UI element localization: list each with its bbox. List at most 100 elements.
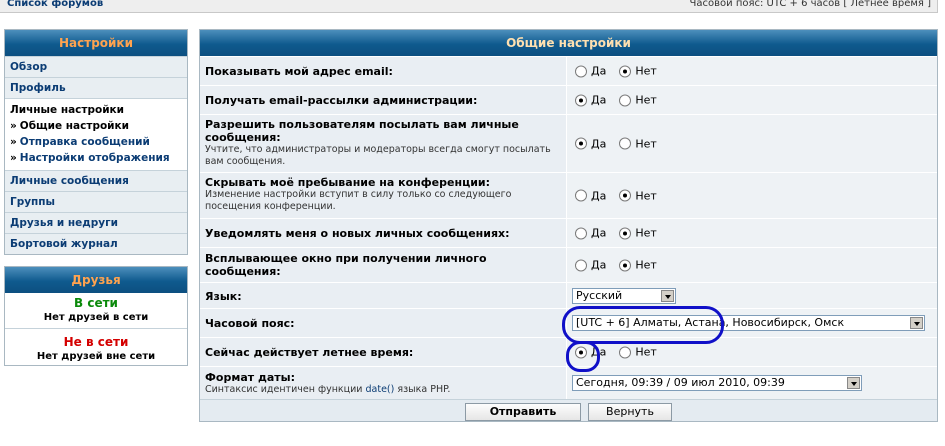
yes-label: Да <box>591 64 607 78</box>
friends-box: Друзья В сети Нет друзей в сети Не в сет… <box>4 266 188 366</box>
setting-label: Скрывать моё пребывание на конференции: <box>205 176 491 189</box>
chevron-down-icon[interactable] <box>910 317 923 329</box>
yes-label: Да <box>591 93 607 107</box>
no-label: Нет <box>635 258 657 272</box>
bullet-icon: » <box>10 120 17 132</box>
setting-label: Показывать мой адрес email: <box>205 65 393 78</box>
top-bar: Список форумов Часовой пояс: UTC + 6 час… <box>0 0 938 13</box>
yes-label: Да <box>591 137 607 150</box>
setting-label: Всплывающее окно при получении личного с… <box>205 252 487 278</box>
no-radio[interactable] <box>619 227 632 239</box>
sidebar-subitem-label: Отправка сообщений <box>19 136 150 148</box>
setting-row-popup-pm: Всплывающее окно при получении личного с… <box>200 247 937 282</box>
offline-empty-text: Нет друзей вне сети <box>36 351 156 362</box>
yes-no-group: Да Нет <box>575 227 670 240</box>
yes-radio[interactable] <box>575 259 587 271</box>
language-select[interactable]: Русский <box>572 287 676 304</box>
bullet-icon: » <box>10 152 17 164</box>
yes-radio[interactable] <box>575 189 587 202</box>
reset-button[interactable]: Вернуть <box>588 403 672 421</box>
setting-label: Разрешить пользователям посылать вам лич… <box>205 118 519 144</box>
sidebar-item-journal[interactable]: Бортовой журнал <box>5 233 187 254</box>
sidebar-subitem-label: Настройки отображения <box>19 152 170 164</box>
friends-online-section: В сети Нет друзей в сети Не в сети Нет д… <box>5 293 187 365</box>
yes-radio[interactable] <box>575 346 587 358</box>
setting-row-dst: Сейчас действует летнее время: Да Нет <box>200 337 937 366</box>
online-title: В сети <box>74 296 118 310</box>
general-settings-panel: Общие настройки Показывать мой адрес ema… <box>199 29 938 422</box>
yes-no-group: Да Нет <box>575 346 670 359</box>
setting-label: Язык: <box>205 290 242 303</box>
no-radio[interactable] <box>619 65 632 77</box>
setting-description: Учтите, что администраторы и модераторы … <box>205 144 551 167</box>
friends-header: Друзья <box>5 267 187 293</box>
yes-label: Да <box>591 345 607 359</box>
setting-row-date-format: Формат даты: Синтаксис идентичен функции… <box>200 366 937 399</box>
setting-row-admin-emails: Получать email-рассылки администрации: Д… <box>200 85 937 114</box>
no-label: Нет <box>635 93 657 107</box>
sidebar-item-profile[interactable]: Профиль <box>5 77 187 98</box>
sidebar-group-personal: Личные настройки » Общие настройки » Отпра… <box>5 98 187 170</box>
chevron-down-icon[interactable] <box>847 377 860 389</box>
no-label: Нет <box>635 64 657 78</box>
no-radio[interactable] <box>619 259 632 271</box>
no-radio[interactable] <box>619 346 632 358</box>
friends-offline-section: Не в сети Нет друзей вне сети <box>5 328 187 363</box>
setting-row-timezone: Часовой пояс: [UTC + 6] Алматы, Астана, … <box>200 308 937 337</box>
online-empty-text: Нет друзей в сети <box>43 312 149 323</box>
sidebar-subitem-label: Общие настройки <box>19 120 130 132</box>
general-settings-header: Общие настройки <box>200 30 937 56</box>
setting-row-notify-pm: Уведомлять меня о новых личных сообщения… <box>200 218 937 247</box>
timezone-info: Часовой пояс: UTC + 6 часов [ Летнее вре… <box>689 0 931 9</box>
setting-row-hide-online: Скрывать моё пребывание на конференции: … <box>200 172 937 218</box>
yes-radio[interactable] <box>575 65 587 77</box>
no-radio[interactable] <box>619 94 632 106</box>
yes-radio[interactable] <box>575 137 587 150</box>
form-buttons: Отправить Вернуть <box>200 399 937 421</box>
yes-no-group: Да Нет <box>575 137 670 150</box>
sidebar-item-groups[interactable]: Группы <box>5 191 187 212</box>
date-function-link[interactable]: date() <box>366 384 395 395</box>
sidebar-item-private-messages[interactable]: Личные сообщения <box>5 170 187 191</box>
yes-no-group: Да Нет <box>575 189 670 202</box>
sidebar-group-title: Личные настройки <box>10 104 125 116</box>
bullet-icon: » <box>10 136 17 148</box>
yes-label: Да <box>591 258 607 272</box>
no-label: Нет <box>635 137 657 150</box>
setting-label: Сейчас действует летнее время: <box>205 346 414 359</box>
yes-radio[interactable] <box>575 94 587 106</box>
setting-row-allow-pm: Разрешить пользователям посылать вам лич… <box>200 114 937 172</box>
sidebar-subitem-posting[interactable]: » Отправка сообщений <box>10 134 182 150</box>
sidebar-item-friends-foes[interactable]: Друзья и недруги <box>5 212 187 233</box>
date-format-select[interactable]: Сегодня, 09:39 / 09 июл 2010, 09:39 <box>572 375 862 391</box>
yes-no-group: Да Нет <box>575 94 670 107</box>
submit-button[interactable]: Отправить <box>465 403 581 421</box>
offline-title: Не в сети <box>63 335 129 349</box>
sidebar-subitem-general[interactable]: » Общие настройки <box>10 118 182 134</box>
no-label: Нет <box>635 226 657 240</box>
yes-radio[interactable] <box>575 227 587 239</box>
sidebar-item-overview[interactable]: Обзор <box>5 56 187 77</box>
date-desc-text: Синтаксис идентичен функции <box>205 384 363 395</box>
yes-no-group: Да Нет <box>575 259 670 272</box>
yes-no-group: Да Нет <box>575 65 670 78</box>
timezone-select[interactable]: [UTC + 6] Алматы, Астана, Новосибирск, О… <box>572 315 925 331</box>
date-desc-text-end: языка PHP. <box>397 384 451 395</box>
chevron-down-icon[interactable] <box>661 289 674 302</box>
setting-description: Изменение настройки вступит в силу тольк… <box>205 189 512 212</box>
date-format-select-value: Сегодня, 09:39 / 09 июл 2010, 09:39 <box>576 376 785 389</box>
no-radio[interactable] <box>619 189 632 202</box>
setting-label: Уведомлять меня о новых личных сообщения… <box>205 227 510 240</box>
sidebar-subitem-display[interactable]: » Настройки отображения <box>10 150 182 166</box>
settings-menu-header: Настройки <box>5 30 187 56</box>
timezone-select-value: [UTC + 6] Алматы, Астана, Новосибирск, О… <box>576 316 845 329</box>
yes-label: Да <box>591 189 607 202</box>
setting-row-show-email: Показывать мой адрес email: Да Нет <box>200 56 937 85</box>
forum-list-link[interactable]: Список форумов <box>7 0 103 9</box>
setting-row-language: Язык: Русский <box>200 282 937 308</box>
no-label: Нет <box>635 345 657 359</box>
yes-label: Да <box>591 226 607 240</box>
setting-label: Получать email-рассылки администрации: <box>205 94 478 107</box>
no-radio[interactable] <box>619 137 632 150</box>
sidebar: Настройки Обзор Профиль Личные настройки… <box>4 29 188 366</box>
